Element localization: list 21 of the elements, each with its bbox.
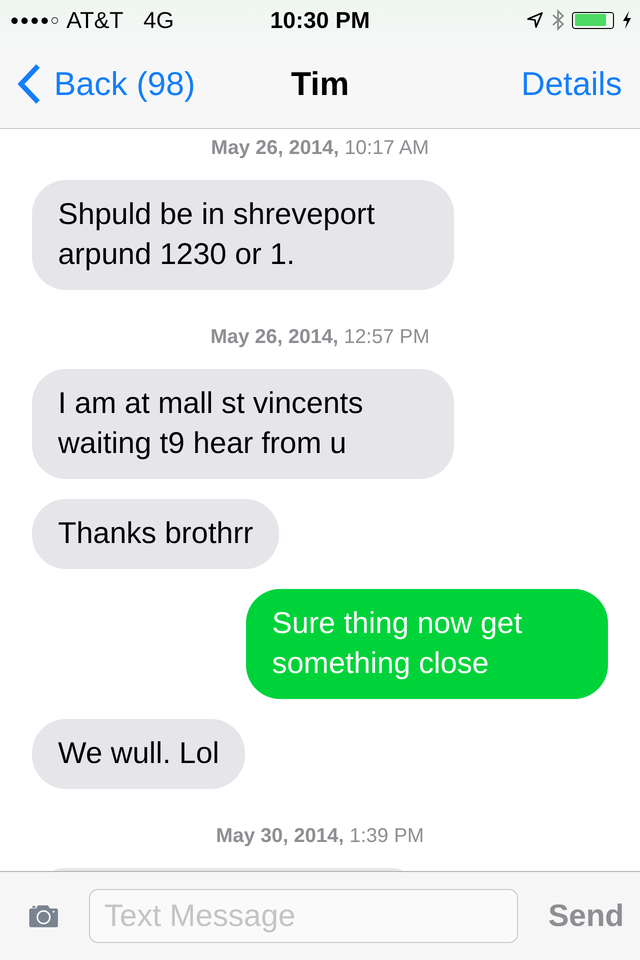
chevron-left-icon — [16, 63, 42, 105]
message-bubble: Thanks brothrr — [32, 499, 280, 569]
timestamp: May 26, 2014, 12:57 PM — [209, 326, 431, 349]
clock: 10:30 PM — [270, 6, 370, 34]
message-bubble: Shpuld be in shreveport arpund 1230 or 1. — [32, 180, 454, 290]
message-bubble: Sure thing now get something close — [246, 589, 608, 699]
carrier-name: AT&T — [66, 6, 124, 34]
details-button[interactable]: Details — [521, 65, 622, 103]
message-bubble: I am at mall st vincents waiting t9 hear from u — [32, 369, 454, 479]
back-button[interactable]: Back (98) — [16, 63, 196, 105]
timestamp: May 30, 2014, 1:39 PM — [215, 825, 425, 848]
location-arrow-icon — [526, 11, 544, 29]
message-bubble: We wull. Lol — [32, 719, 246, 789]
charging-bolt-icon — [622, 11, 632, 29]
network-type: 4G — [143, 6, 174, 34]
bluetooth-icon — [552, 9, 564, 31]
send-button[interactable]: Send — [548, 898, 624, 934]
contact-name: Tim — [290, 65, 350, 103]
signal-strength: ●●●●○ — [10, 12, 60, 28]
battery-icon — [572, 12, 614, 28]
timestamp: May 26, 2014, 10:17 AM — [210, 137, 430, 160]
